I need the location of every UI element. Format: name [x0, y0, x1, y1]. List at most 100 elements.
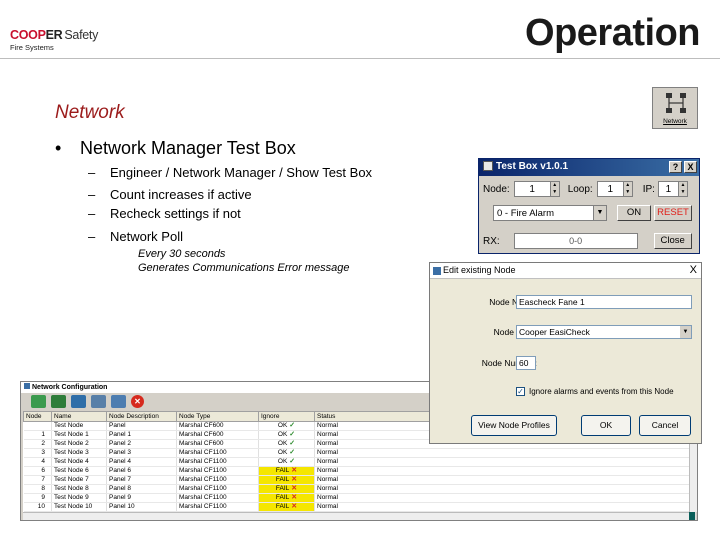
help-button[interactable]: ? — [669, 161, 682, 173]
node-number-cell: 3 — [23, 448, 52, 458]
spinner-arrows-icon[interactable]: ▲ ▼ — [549, 182, 559, 196]
connect-icon[interactable] — [51, 395, 66, 408]
column-header[interactable]: Node Type — [176, 411, 259, 422]
ok-button[interactable]: OK — [581, 415, 631, 436]
ignore-cell-text: OK — [277, 440, 288, 447]
spinner-arrows-icon[interactable]: ▲ ▼ — [622, 182, 632, 196]
horizontal-scrollbar[interactable] — [23, 512, 689, 520]
bullet-item: • Network Manager Test Box — [55, 138, 296, 159]
on-button[interactable]: ON — [617, 205, 651, 221]
node-number-cell-text: 6 — [41, 467, 45, 474]
node-type-value: Cooper EasiCheck — [519, 327, 590, 337]
sub-item: – Recheck settings if not — [88, 206, 241, 221]
sub-item: – Network Poll — [88, 229, 183, 244]
table-row[interactable]: 7 Test Node 7 Panel 7 Marshal CF1100 FAIL ✕ N… — [23, 475, 696, 485]
reset-button[interactable]: RESET — [654, 205, 692, 221]
loop-spinner[interactable]: 1 ▲ ▼ — [596, 181, 633, 197]
node-name-cell-text: Test Node 10 — [54, 503, 93, 510]
node-description-cell-text: Panel 2 — [109, 440, 132, 447]
column-header[interactable]: Name — [51, 411, 107, 422]
network-settings-icon[interactable] — [91, 395, 106, 408]
chevron-down-icon[interactable]: ▼ — [680, 326, 691, 338]
table-row[interactable]: 9 Test Node 9 Panel 9 Marshal CF1100 FAIL ✕ N… — [23, 493, 696, 503]
node-name-cell-text: Test Node 7 — [54, 476, 89, 483]
ignore-cell: OK ✓ — [258, 439, 315, 449]
node-description-cell: Panel — [106, 421, 177, 431]
add-node-icon[interactable] — [31, 395, 46, 408]
node-name-cell: Test Node 9 — [51, 493, 107, 503]
node-number-cell-text: 2 — [41, 440, 45, 447]
ignore-cell-text: OK — [277, 449, 288, 456]
mode-value: 0 - Fire Alarm — [497, 208, 555, 219]
bullet-text: Network Manager Test Box — [80, 138, 296, 158]
node-type-cell: Marshal CF1100 — [176, 493, 259, 503]
window-icon — [24, 383, 30, 389]
check-icon: ✓ — [287, 422, 296, 429]
node-type-cell: Marshal CF1100 — [176, 448, 259, 458]
table-row[interactable]: 4 Test Node 4 Panel 4 Marshal CF1100 OK ✓ Nor… — [23, 457, 696, 467]
node-name-cell-text: Test Node 4 — [54, 458, 89, 465]
close-icon[interactable]: X — [690, 264, 697, 276]
ignore-cell-text: FAIL — [275, 494, 290, 501]
node-type-cell: Marshal CF1100 — [176, 484, 259, 494]
node-description-cell: Panel 6 — [106, 466, 177, 476]
node-description-cell: Panel 4 — [106, 457, 177, 467]
node-description-cell-text: Panel 9 — [109, 494, 132, 501]
node-name-field[interactable]: Eascheck Fane 1 — [516, 295, 692, 309]
node-type-cell-text: Marshal CF1100 — [179, 449, 227, 456]
node-type-cell-text: Marshal CF600 — [179, 422, 224, 429]
table-row[interactable]: 6 Test Node 6 Panel 6 Marshal CF1100 FAIL ✕ N… — [23, 466, 696, 476]
network-icon[interactable] — [71, 395, 86, 408]
ignore-alarms-label: Ignore alarms and events from this Node — [529, 387, 674, 396]
mode-dropdown[interactable]: 0 - Fire Alarm ▼ — [493, 205, 607, 221]
node-name-cell-text: Test Node 1 — [54, 431, 89, 438]
checkmark-icon[interactable]: ✓ — [516, 387, 525, 396]
node-type-cell: Marshal CF1100 — [176, 457, 259, 467]
node-spinner[interactable]: 1 ▲ ▼ — [513, 181, 560, 197]
ignore-alarms-checkbox[interactable]: ✓ Ignore alarms and events from this Nod… — [516, 387, 674, 396]
status-cell-text: Normal — [317, 485, 338, 492]
node-name-cell: Test Node 4 — [51, 457, 107, 467]
column-header[interactable]: Node — [23, 411, 52, 422]
column-header[interactable]: Node Description — [106, 411, 177, 422]
sub-item: – Count increases if active — [88, 187, 252, 202]
node-number-field[interactable]: 60 — [516, 356, 536, 370]
status-cell-text: Normal — [317, 476, 338, 483]
table-row[interactable]: 8 Test Node 8 Panel 8 Marshal CF1100 FAIL ✕ N… — [23, 484, 696, 494]
error-icon: ✕ — [289, 476, 298, 483]
logo-wordmark: COOP ER Safety — [10, 28, 98, 42]
status-cell-text: Normal — [317, 494, 338, 501]
node-description-cell-text: Panel 3 — [109, 449, 132, 456]
node-type-cell-text: Marshal CF1100 — [179, 485, 227, 492]
stop-icon[interactable]: ✕ — [131, 395, 144, 408]
node-name-cell-text: Test Node 8 — [54, 485, 89, 492]
close-button[interactable]: Close — [653, 233, 692, 249]
chevron-down-icon[interactable]: ▼ — [593, 206, 606, 220]
node-name-cell-text: Test Node 9 — [54, 494, 89, 501]
ignore-cell: FAIL ✕ — [258, 502, 315, 512]
ip-spinner[interactable]: 1 ▲ ▼ — [657, 181, 688, 197]
table-row[interactable]: 10 Test Node 10 Panel 10 Marshal CF1100 FAIL… — [23, 502, 696, 512]
node-name-cell: Test Node 2 — [51, 439, 107, 449]
view-node-profiles-button[interactable]: View Node Profiles — [471, 415, 557, 436]
node-type-cell: Marshal CF600 — [176, 430, 259, 440]
column-header[interactable]: Ignore — [258, 411, 315, 422]
node-number-cell-text: 4 — [41, 458, 45, 465]
ignore-cell-text: FAIL — [275, 476, 290, 483]
spinner-arrows-icon[interactable]: ▲ ▼ — [677, 182, 687, 196]
node-number-cell: 2 — [23, 439, 52, 449]
table-row[interactable]: 3 Test Node 3 Panel 3 Marshal CF1100 OK ✓ Nor… — [23, 448, 696, 458]
network-scan-icon[interactable] — [111, 395, 126, 408]
node-number-cell: 10 — [23, 502, 52, 512]
close-icon[interactable]: X — [684, 161, 697, 173]
ignore-cell: FAIL ✕ — [258, 466, 315, 476]
node-number-cell-text: 8 — [41, 485, 45, 492]
network-toolbar-button[interactable]: Network — [652, 87, 698, 129]
node-type-dropdown[interactable]: Cooper EasiCheck ▼ — [516, 325, 692, 339]
loop-value: 1 — [607, 183, 613, 195]
node-number-cell: 8 — [23, 484, 52, 494]
window-icon — [483, 161, 493, 172]
node-description-cell-text: Panel 6 — [109, 467, 132, 474]
node-description-cell-text: Panel 7 — [109, 476, 132, 483]
cancel-button[interactable]: Cancel — [639, 415, 691, 436]
